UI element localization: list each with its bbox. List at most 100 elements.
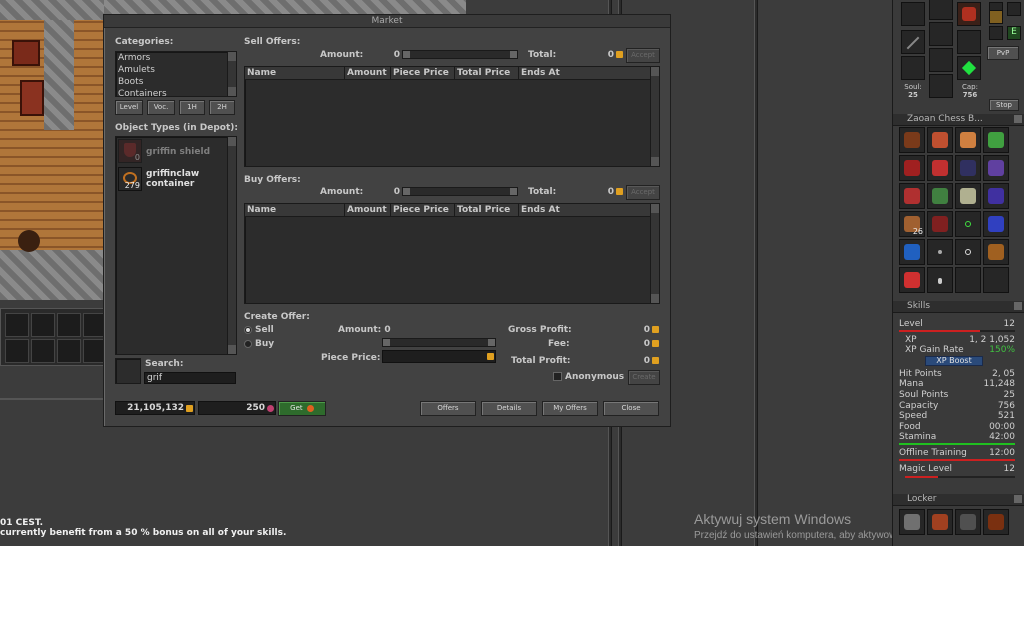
inventory-slot[interactable] xyxy=(983,267,1009,293)
locker-slot[interactable] xyxy=(955,509,981,535)
close-icon[interactable] xyxy=(1014,302,1022,310)
locker-slot[interactable] xyxy=(927,509,953,535)
sell-amount-slider[interactable] xyxy=(402,50,518,59)
sell-radio[interactable]: Sell xyxy=(244,325,274,335)
column-total-price[interactable]: Total Price xyxy=(455,204,519,217)
hotkey-slot[interactable] xyxy=(57,313,81,337)
backpack-slot[interactable] xyxy=(957,2,981,26)
create-offer-button[interactable]: Create xyxy=(628,370,660,385)
locker-slot[interactable] xyxy=(899,509,925,535)
anonymous-checkbox[interactable]: Anonymous xyxy=(553,372,624,382)
object-item[interactable]: 279 griffinclaw container xyxy=(118,167,230,193)
create-amount-slider[interactable] xyxy=(382,338,496,347)
inventory-slot[interactable] xyxy=(983,211,1009,237)
locker-title-bar[interactable]: Locker xyxy=(893,494,1024,506)
inventory-slot[interactable] xyxy=(927,211,953,237)
column-name[interactable]: Name xyxy=(245,67,345,80)
inventory-slot[interactable] xyxy=(927,155,953,181)
inventory-slot[interactable] xyxy=(955,211,981,237)
buy-accept-button[interactable]: Accept xyxy=(626,185,660,200)
inventory-slot[interactable] xyxy=(955,127,981,153)
object-types-scrollbar[interactable] xyxy=(227,137,236,354)
category-item[interactable]: Amulets xyxy=(116,64,236,76)
inventory-slot[interactable] xyxy=(955,155,981,181)
inventory-slot[interactable] xyxy=(899,127,925,153)
inventory-slot[interactable] xyxy=(955,239,981,265)
object-item[interactable]: 0 griffin shield xyxy=(118,139,230,165)
xp-boost-button[interactable]: XP Boost xyxy=(925,356,983,366)
inventory-slot[interactable] xyxy=(927,267,953,293)
column-name[interactable]: Name xyxy=(245,204,345,217)
hotkey-slot[interactable] xyxy=(5,313,29,337)
secure-mode-button[interactable] xyxy=(989,10,1003,24)
inventory-slot[interactable] xyxy=(983,127,1009,153)
close-icon[interactable] xyxy=(1014,495,1022,503)
category-item[interactable]: Armors xyxy=(116,52,236,64)
chase-button[interactable] xyxy=(1007,2,1021,16)
close-button[interactable]: Close xyxy=(603,401,659,416)
hotkey-slot[interactable] xyxy=(31,339,55,363)
hotkey-slot[interactable] xyxy=(57,339,81,363)
inventory-slot[interactable] xyxy=(983,155,1009,181)
column-piece-price[interactable]: Piece Price xyxy=(391,67,455,80)
column-amount[interactable]: Amount xyxy=(345,67,391,80)
sell-accept-button[interactable]: Accept xyxy=(626,48,660,63)
amulet-slot[interactable] xyxy=(901,2,925,26)
skills-title-bar[interactable]: Skills xyxy=(893,301,1024,313)
column-ends-at[interactable]: Ends At xyxy=(519,67,581,80)
column-ends-at[interactable]: Ends At xyxy=(519,204,581,217)
expert-mode-button[interactable]: E xyxy=(1007,26,1021,40)
locker-slot[interactable] xyxy=(983,509,1009,535)
column-total-price[interactable]: Total Price xyxy=(455,67,519,80)
buy-offers-scrollbar[interactable] xyxy=(650,204,659,303)
inventory-slot[interactable] xyxy=(927,127,953,153)
vocation-filter-button[interactable]: Voc. xyxy=(147,100,175,115)
ammo-slot[interactable] xyxy=(957,56,981,80)
hotkey-slot[interactable] xyxy=(5,339,29,363)
inventory-slot[interactable] xyxy=(983,183,1009,209)
inventory-slot[interactable]: 26 xyxy=(899,211,925,237)
backpack-title-bar[interactable]: Zaoan Chess B... xyxy=(893,114,1024,126)
inventory-slot[interactable] xyxy=(955,267,981,293)
armor-slot[interactable] xyxy=(929,22,953,46)
inventory-slot[interactable] xyxy=(899,239,925,265)
column-piece-price[interactable]: Piece Price xyxy=(391,204,455,217)
my-offers-button[interactable]: My Offers xyxy=(542,401,598,416)
ring-slot[interactable] xyxy=(901,56,925,80)
category-item[interactable]: Containers xyxy=(116,88,236,100)
sell-offers-scrollbar[interactable] xyxy=(650,67,659,166)
boots-slot[interactable] xyxy=(929,74,953,98)
weapon-slot[interactable] xyxy=(901,30,925,54)
offers-button[interactable]: Offers xyxy=(420,401,476,416)
close-icon[interactable] xyxy=(1014,115,1022,123)
inventory-slot[interactable] xyxy=(899,183,925,209)
piece-price-input[interactable] xyxy=(382,350,496,363)
search-input[interactable]: grif xyxy=(144,372,236,384)
pvp-button[interactable]: PvP xyxy=(987,46,1019,60)
categories-scrollbar[interactable] xyxy=(227,52,236,96)
inventory-slot[interactable] xyxy=(899,267,925,293)
category-item[interactable]: Boots xyxy=(116,76,236,88)
legs-slot[interactable] xyxy=(929,48,953,72)
get-coins-button[interactable]: Get xyxy=(278,401,326,416)
hotkey-slot[interactable] xyxy=(31,313,55,337)
inventory-slot[interactable] xyxy=(955,183,981,209)
panel-divider[interactable] xyxy=(754,0,758,546)
one-hand-filter-button[interactable]: 1H xyxy=(179,100,205,115)
market-title[interactable]: Market xyxy=(104,15,670,28)
column-amount[interactable]: Amount xyxy=(345,204,391,217)
game-map[interactable] xyxy=(0,0,104,300)
buy-radio[interactable]: Buy xyxy=(244,339,274,349)
inventory-slot[interactable] xyxy=(983,239,1009,265)
two-hand-filter-button[interactable]: 2H xyxy=(209,100,235,115)
details-button[interactable]: Details xyxy=(481,401,537,416)
inventory-slot[interactable] xyxy=(927,183,953,209)
shield-mode-button[interactable] xyxy=(989,26,1003,40)
shield-slot[interactable] xyxy=(957,30,981,54)
inventory-slot[interactable] xyxy=(899,155,925,181)
stop-button[interactable]: Stop xyxy=(989,99,1019,111)
buy-amount-slider[interactable] xyxy=(402,187,518,196)
level-filter-button[interactable]: Level xyxy=(115,100,143,115)
helmet-slot[interactable] xyxy=(929,0,953,20)
inventory-slot[interactable] xyxy=(927,239,953,265)
